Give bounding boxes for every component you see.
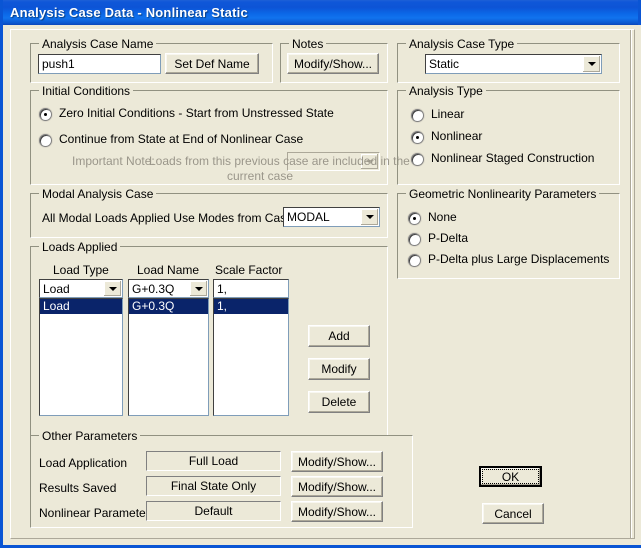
column-header-load-name: Load Name — [137, 263, 200, 277]
notes-modify-show-button[interactable]: Modify/Show... — [287, 53, 379, 74]
radio-analysis-type-nonlinear[interactable] — [411, 131, 424, 144]
group-label-initial-conditions: Initial Conditions — [39, 84, 134, 98]
radio-geonl-pdelta[interactable] — [408, 233, 421, 246]
radio-geonl-none[interactable] — [408, 212, 421, 225]
label-results-saved: Results Saved — [39, 481, 117, 495]
group-label-other-parameters: Other Parameters — [39, 429, 141, 443]
label-analysis-type-nonlinear: Nonlinear — [431, 129, 483, 143]
scale-factor-input[interactable]: 1, — [213, 279, 289, 298]
group-label-modal-analysis-case: Modal Analysis Case — [39, 187, 157, 201]
nonlinear-parameters-modify-show-button[interactable]: Modify/Show... — [291, 501, 383, 522]
dialog-client-area: Analysis Case Name push1 Set Def Name No… — [6, 25, 641, 545]
load-type-list[interactable]: Load — [39, 298, 123, 416]
focus-rectangle — [482, 469, 539, 484]
list-item[interactable]: Load — [40, 299, 122, 314]
cancel-button[interactable]: Cancel — [482, 503, 544, 524]
radio-dot — [413, 217, 416, 220]
group-label-analysis-type: Analysis Type — [406, 84, 486, 98]
column-header-scale-factor: Scale Factor — [215, 263, 283, 277]
list-item[interactable]: 1, — [214, 299, 288, 314]
modal-case-select[interactable]: MODAL — [283, 207, 380, 227]
group-label-notes: Notes — [289, 37, 327, 51]
initial-conditions-note-line2: current case — [227, 169, 294, 183]
window-title: Analysis Case Data - Nonlinear Static — [10, 5, 248, 20]
modify-load-button[interactable]: Modify — [308, 358, 370, 380]
set-def-name-button[interactable]: Set Def Name — [165, 53, 259, 74]
radio-geonl-pdelta-large[interactable] — [408, 254, 421, 267]
radio-dot — [416, 136, 419, 139]
group-label-geometric-nonlinearity: Geometric Nonlinearity Parameters — [406, 187, 600, 201]
load-name-list[interactable]: G+0.3Q — [128, 298, 209, 416]
chevron-down-icon[interactable] — [190, 281, 207, 296]
label-nonlinear-parameters: Nonlinear Parameters — [39, 506, 156, 520]
analysis-case-name-input[interactable]: push1 — [38, 54, 161, 74]
load-type-value: Load — [43, 281, 70, 296]
load-application-modify-show-button[interactable]: Modify/Show... — [291, 451, 383, 472]
label-analysis-type-staged: Nonlinear Staged Construction — [431, 151, 595, 165]
value-results-saved: Final State Only — [146, 476, 281, 496]
delete-load-button[interactable]: Delete — [308, 391, 370, 413]
radio-zero-initial-conditions[interactable] — [39, 108, 52, 121]
radio-analysis-type-staged[interactable] — [411, 153, 424, 166]
label-modal-loads-applied: All Modal Loads Applied Use Modes from C… — [42, 211, 293, 225]
load-name-select[interactable]: G+0.3Q — [128, 279, 209, 298]
label-zero-initial-conditions: Zero Initial Conditions - Start from Uns… — [59, 106, 334, 120]
label-analysis-type-linear: Linear — [431, 107, 465, 121]
group-label-analysis-case-name: Analysis Case Name — [39, 37, 157, 51]
title-bar[interactable]: Analysis Case Data - Nonlinear Static — [3, 0, 638, 25]
radio-dot — [44, 113, 47, 116]
chevron-down-icon[interactable] — [583, 56, 600, 72]
load-name-value: G+0.3Q — [132, 281, 175, 296]
initial-conditions-note-line1: Loads from this previous case are includ… — [149, 154, 410, 168]
load-type-select[interactable]: Load — [39, 279, 123, 298]
list-item[interactable]: G+0.3Q — [129, 299, 208, 314]
label-geonl-pdelta-large: P-Delta plus Large Displacements — [428, 252, 610, 266]
scale-factor-list[interactable]: 1, — [213, 298, 289, 416]
modal-case-value: MODAL — [287, 210, 330, 224]
group-label-loads-applied: Loads Applied — [39, 240, 121, 254]
radio-analysis-type-linear[interactable] — [411, 109, 424, 122]
chevron-down-icon[interactable] — [104, 281, 121, 296]
analysis-case-type-value: Static — [429, 57, 460, 71]
dialog-window: Analysis Case Data - Nonlinear Static An… — [0, 0, 641, 548]
add-load-button[interactable]: Add — [308, 325, 370, 347]
value-load-application: Full Load — [146, 451, 281, 471]
column-header-load-type: Load Type — [53, 263, 109, 277]
results-saved-modify-show-button[interactable]: Modify/Show... — [291, 476, 383, 497]
radio-continue-from-state[interactable] — [39, 134, 52, 147]
chevron-down-icon[interactable] — [361, 209, 378, 225]
label-load-application: Load Application — [39, 456, 128, 470]
label-continue-from-state: Continue from State at End of Nonlinear … — [59, 132, 304, 146]
panel-divider — [630, 30, 632, 538]
label-geonl-none: None — [428, 210, 457, 224]
value-nonlinear-parameters: Default — [146, 501, 281, 521]
label-geonl-pdelta: P-Delta — [428, 231, 469, 245]
group-label-analysis-case-type: Analysis Case Type — [406, 37, 518, 51]
analysis-case-type-select[interactable]: Static — [425, 54, 602, 74]
initial-conditions-note-label: Important Note: — [72, 154, 155, 168]
ok-button[interactable]: OK — [479, 466, 542, 487]
